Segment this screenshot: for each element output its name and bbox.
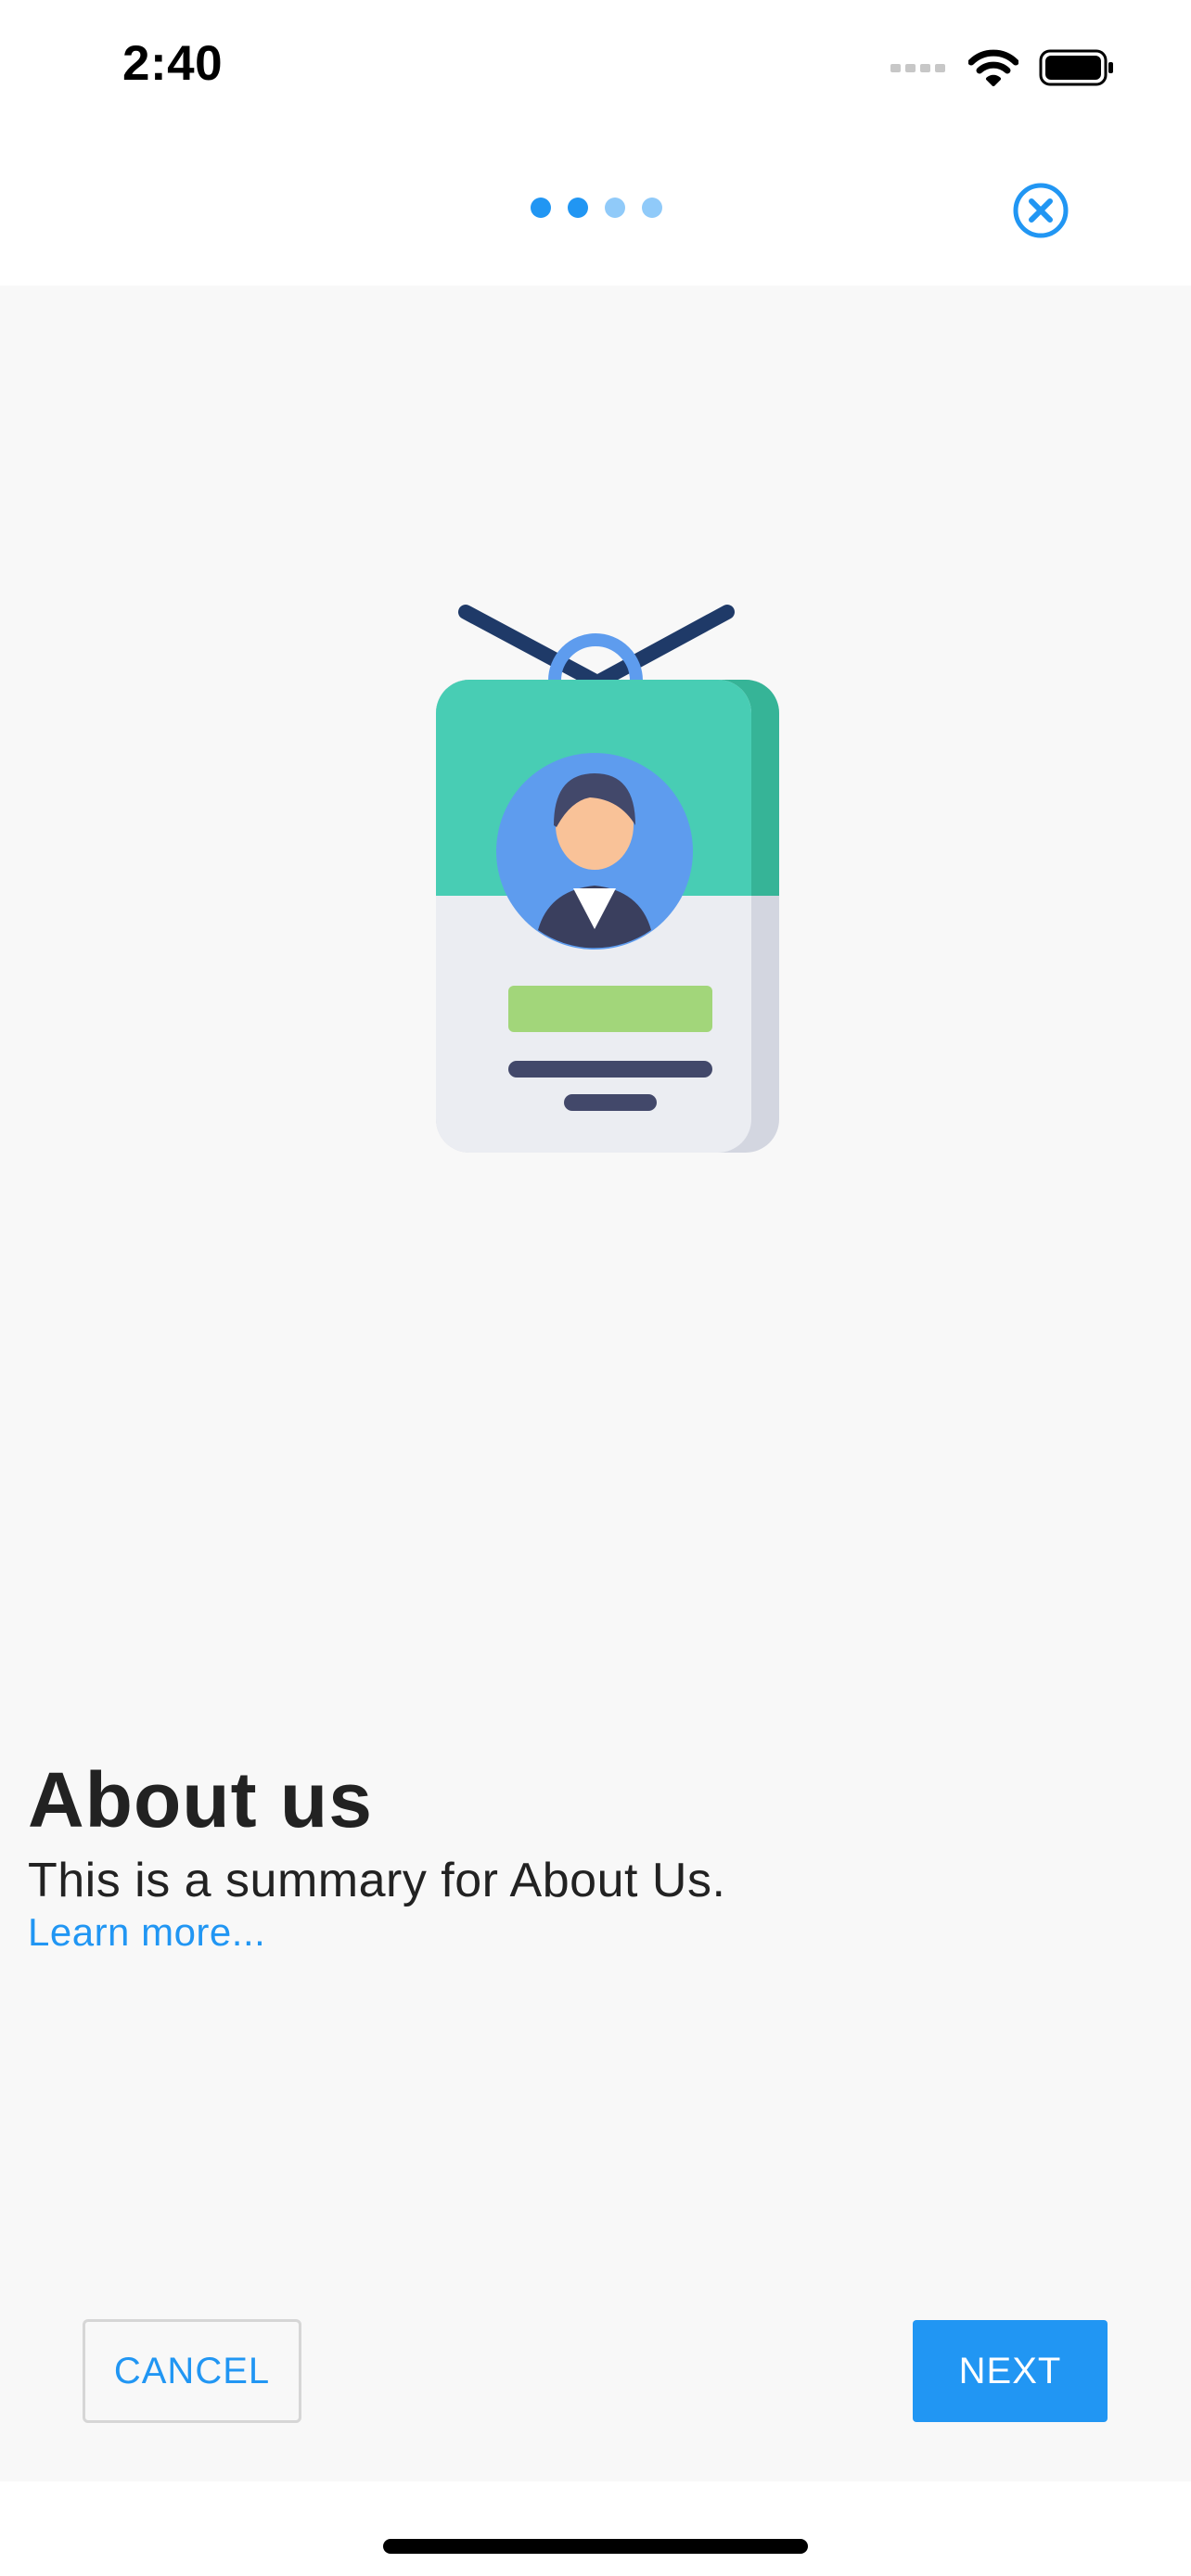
- close-icon[interactable]: [1011, 181, 1070, 240]
- header: [0, 130, 1191, 286]
- page-dot: [531, 198, 551, 218]
- page-summary: This is a summary for About Us.: [28, 1854, 726, 1907]
- onboarding-screen: 2:40 About us This is a summary for Abou…: [0, 0, 1191, 2576]
- learn-more-link[interactable]: Learn more...: [28, 1910, 265, 1955]
- id-badge-icon: [436, 605, 779, 1153]
- status-time: 2:40: [122, 36, 224, 91]
- cancel-button[interactable]: CANCEL: [83, 2319, 301, 2423]
- status-bar: 2:40: [0, 0, 1191, 130]
- page-indicator: [531, 198, 662, 218]
- page-title: About us: [28, 1756, 373, 1843]
- page-dot: [605, 198, 625, 218]
- status-icons: [890, 46, 1115, 89]
- battery-icon: [1039, 49, 1113, 86]
- wifi-icon: [968, 49, 1018, 86]
- next-button[interactable]: NEXT: [913, 2320, 1108, 2422]
- onboarding-page: About us This is a summary for About Us.…: [0, 286, 1191, 2481]
- home-indicator[interactable]: [383, 2539, 808, 2554]
- cellular-signal-icon: [890, 64, 945, 72]
- page-dot: [642, 198, 662, 218]
- page-dot: [568, 198, 588, 218]
